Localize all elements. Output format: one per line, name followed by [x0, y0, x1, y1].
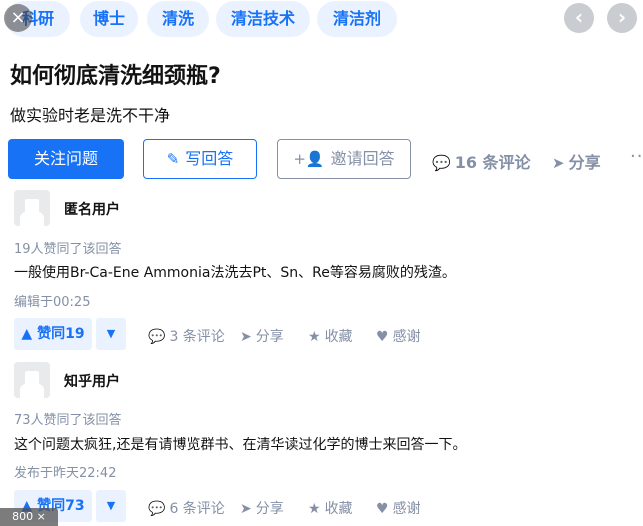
chevron-left-icon[interactable]: ‹ [564, 3, 594, 33]
question-detail: 做实验时老是洗不干净 [10, 106, 171, 125]
answer-thanks-label: 感谢 [392, 329, 421, 345]
answer-share-label: 分享 [255, 501, 284, 517]
question-comments-button[interactable]: 💬 16 条评论 [432, 149, 531, 173]
tag-boshi[interactable]: 博士 [80, 1, 138, 37]
answer-comments-label: 6 条评论 [169, 501, 225, 517]
question-title: 如何彻底清洗细颈瓶? [10, 64, 221, 89]
answer-share-button[interactable]: ➤ 分享 [240, 498, 284, 518]
answer-share-button[interactable]: ➤ 分享 [240, 326, 284, 346]
answer-comments-button[interactable]: 💬 6 条评论 [148, 498, 225, 518]
answer-vote-summary: 19人赞同了该回答 [14, 242, 122, 257]
follow-label: 关注问题 [33, 149, 98, 168]
question-share-label: 分享 [568, 153, 601, 172]
invite-label: 邀请回答 [330, 149, 395, 168]
write-label: 写回答 [185, 149, 234, 168]
comment-icon: 💬 [148, 329, 166, 345]
star-icon: ★ [308, 329, 321, 345]
comment-icon: 💬 [148, 501, 166, 517]
follow-question-button[interactable]: 关注问题 [8, 139, 124, 179]
answer-collect-label: 收藏 [324, 501, 353, 517]
question-share-button[interactable]: ➤ 分享 [552, 149, 601, 173]
share-icon: ➤ [552, 154, 565, 172]
downvote-icon[interactable]: ▼ [96, 318, 126, 350]
upvote-button[interactable]: ▲ 赞同19 [14, 318, 92, 350]
question-comments-label: 16 条评论 [454, 153, 531, 172]
close-icon[interactable]: × [4, 4, 32, 32]
upvote-label: 赞同19 [37, 326, 85, 342]
answer-author[interactable]: 匿名用户 [64, 199, 120, 219]
answer-content: 一般使用Br-Ca-Ene Ammonia法洗去Pt、Sn、Re等容易腐败的残渣… [14, 265, 456, 281]
answer-share-label: 分享 [255, 329, 284, 345]
answer-collect-button[interactable]: ★ 收藏 [308, 326, 353, 346]
answer-comments-label: 3 条评论 [169, 329, 225, 345]
answer-thanks-button[interactable]: ♥ 感谢 [376, 498, 421, 518]
share-icon: ➤ [240, 501, 252, 517]
comment-icon: 💬 [432, 154, 451, 172]
topic-tag-bar: 科研 博士 清洗 清洁技术 清洁剂 × ‹ › [0, 0, 643, 44]
answer-thanks-label: 感谢 [392, 501, 421, 517]
tag-qingxi[interactable]: 清洗 [147, 1, 209, 37]
tag-qingjie-jishu[interactable]: 清洁技术 [216, 1, 310, 37]
pencil-icon: ✎ [166, 150, 180, 168]
avatar[interactable] [14, 362, 50, 398]
answer-collect-button[interactable]: ★ 收藏 [308, 498, 353, 518]
image-size-badge: 800 × 652 [0, 508, 58, 526]
invite-answer-button[interactable]: +👤 邀请回答 [277, 139, 411, 179]
answer-timestamp[interactable]: 编辑于00:25 [14, 291, 90, 310]
write-answer-button[interactable]: ✎ 写回答 [143, 139, 257, 179]
downvote-icon[interactable]: ▼ [96, 490, 126, 522]
more-options-icon[interactable]: ··· [630, 146, 643, 167]
chevron-right-icon[interactable]: › [607, 3, 637, 33]
star-icon: ★ [308, 501, 321, 517]
answer-content: 这个问题太疯狂,还是有请博览群书、在清华读过化学的博士来回答一下。 [14, 437, 467, 453]
heart-icon: ♥ [376, 329, 389, 345]
avatar[interactable] [14, 190, 50, 226]
answer-comments-button[interactable]: 💬 3 条评论 [148, 326, 225, 346]
add-user-icon: +👤 [293, 150, 325, 168]
answer-author[interactable]: 知乎用户 [64, 371, 120, 391]
answer-vote-summary: 73人赞同了该回答 [14, 413, 122, 428]
share-icon: ➤ [240, 329, 252, 345]
answer-timestamp[interactable]: 发布于昨天22:42 [14, 462, 116, 481]
upvote-icon: ▲ [21, 326, 33, 342]
answer-collect-label: 收藏 [324, 329, 353, 345]
tag-qingjieji[interactable]: 清洁剂 [317, 1, 397, 37]
heart-icon: ♥ [376, 501, 389, 517]
answer-thanks-button[interactable]: ♥ 感谢 [376, 326, 421, 346]
